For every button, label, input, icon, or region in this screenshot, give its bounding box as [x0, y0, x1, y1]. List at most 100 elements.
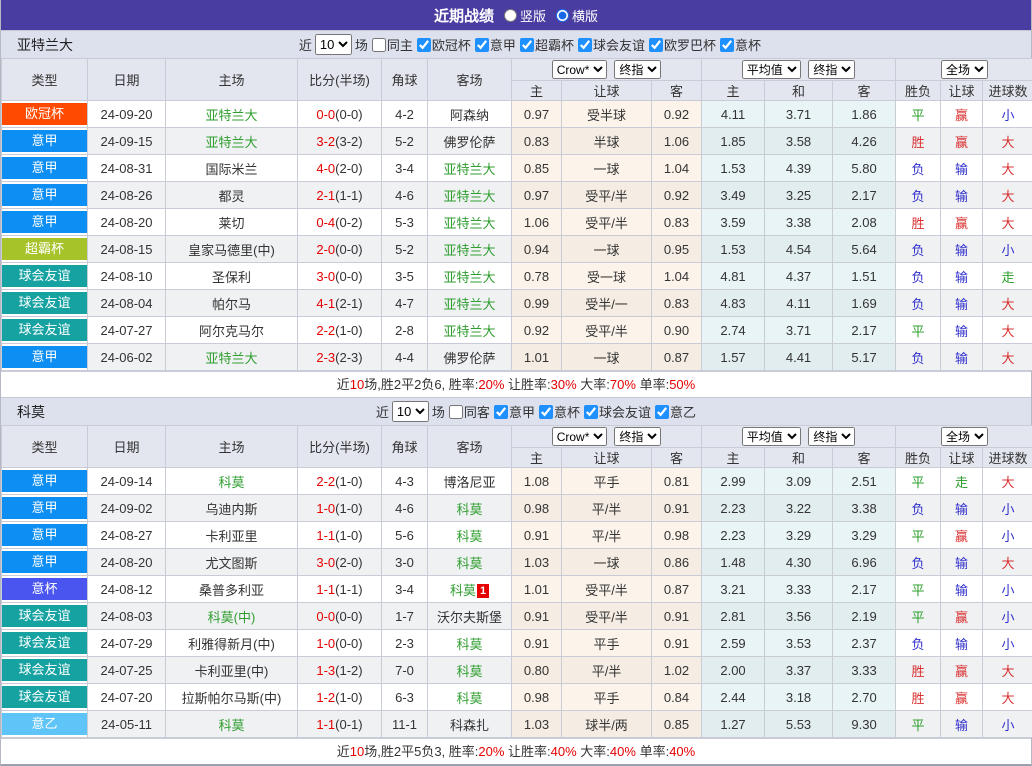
- home-team: 卡利亚里: [166, 522, 298, 549]
- avg-away-odds: 4.26: [833, 128, 896, 155]
- match-date: 24-07-27: [88, 317, 166, 344]
- league-filter-意杯[interactable]: 意杯: [535, 402, 580, 421]
- same-venue-checkbox[interactable]: [372, 38, 386, 52]
- result-goals: 走: [983, 263, 1032, 290]
- result-goals: 大: [983, 128, 1032, 155]
- same-venue-filter[interactable]: 同客: [445, 402, 490, 421]
- league-checkbox[interactable]: [417, 38, 431, 52]
- recent-count-select[interactable]: 10: [315, 34, 352, 55]
- vertical-layout-radio[interactable]: [504, 9, 517, 22]
- league-filter-意乙[interactable]: 意乙: [651, 402, 696, 421]
- col-header-corner: 角球: [382, 426, 428, 468]
- avg-home-odds: 1.48: [702, 549, 765, 576]
- league-filter-欧冠杯[interactable]: 欧冠杯: [413, 35, 471, 54]
- match-date: 24-07-29: [88, 630, 166, 657]
- score: 2-2(1-0): [298, 317, 382, 344]
- league-checkbox[interactable]: [539, 405, 553, 419]
- average-odds-select[interactable]: 平均值: [742, 427, 801, 446]
- league-filter-超霸杯[interactable]: 超霸杯: [516, 35, 574, 54]
- layout-option-horizontal[interactable]: 横版: [556, 6, 598, 25]
- league-checkbox[interactable]: [578, 38, 592, 52]
- match-date: 24-09-14: [88, 468, 166, 495]
- away-team: 亚特兰大: [428, 236, 512, 263]
- match-row: 球会友谊24-07-29利雅得新月(中)1-0(0-0)2-3科莫0.91平手0…: [2, 630, 1032, 657]
- match-row: 球会友谊24-07-20拉斯帕尔马斯(中)1-2(1-0)6-3科莫0.98平手…: [2, 684, 1032, 711]
- match-date: 24-08-27: [88, 522, 166, 549]
- final-average-select[interactable]: 终指: [808, 427, 855, 446]
- match-row: 意甲24-09-14科莫2-2(1-0)4-3博洛尼亚1.08平手0.812.9…: [2, 468, 1032, 495]
- match-row: 球会友谊24-08-04帕尔马4-1(2-1)4-7亚特兰大0.99受半/一0.…: [2, 290, 1032, 317]
- match-row: 意乙24-05-11科莫1-1(0-1)11-1科森扎1.03球半/两0.851…: [2, 711, 1032, 738]
- final-odds-select[interactable]: 终指: [614, 427, 661, 446]
- handicap-line: 平/半: [562, 495, 652, 522]
- league-filter-欧罗巴杯[interactable]: 欧罗巴杯: [645, 35, 716, 54]
- league-checkbox[interactable]: [720, 38, 734, 52]
- avg-home-odds: 2.99: [702, 468, 765, 495]
- section-header: 亚特兰大 近10场同主欧冠杯意甲超霸杯球会友谊欧罗巴杯意杯: [1, 30, 1031, 58]
- home-team: 亚特兰大: [166, 128, 298, 155]
- handicap-line: 受一球: [562, 263, 652, 290]
- league-filter-球会友谊[interactable]: 球会友谊: [574, 35, 645, 54]
- league-filter-意杯[interactable]: 意杯: [716, 35, 761, 54]
- league-checkbox[interactable]: [520, 38, 534, 52]
- result-handicap: 赢: [941, 209, 983, 236]
- same-venue-checkbox[interactable]: [449, 405, 463, 419]
- match-date: 24-09-02: [88, 495, 166, 522]
- result-scope-group: 全场: [896, 59, 1032, 81]
- league-type-badge: 意甲: [2, 184, 87, 206]
- final-odds-select[interactable]: 终指: [614, 60, 661, 79]
- home-team: 乌迪内斯: [166, 495, 298, 522]
- match-date: 24-08-12: [88, 576, 166, 603]
- col-header-home: 主场: [166, 59, 298, 101]
- league-filter-意甲[interactable]: 意甲: [490, 402, 535, 421]
- odds-away: 0.91: [652, 630, 702, 657]
- league-checkbox[interactable]: [655, 405, 669, 419]
- final-average-select[interactable]: 终指: [808, 60, 855, 79]
- away-team: 阿森纳: [428, 101, 512, 128]
- scope-select[interactable]: 全场: [941, 427, 988, 446]
- match-date: 24-09-15: [88, 128, 166, 155]
- odds-provider-select[interactable]: Crow*: [552, 427, 607, 446]
- recent-count-select[interactable]: 10: [392, 401, 429, 422]
- summary-text: 单率:: [636, 744, 669, 759]
- avg-home-odds: 1.85: [702, 128, 765, 155]
- avg-away-odds: 2.17: [833, 576, 896, 603]
- away-team: 沃尔夫斯堡: [428, 603, 512, 630]
- layout-option-vertical[interactable]: 竖版: [504, 6, 546, 25]
- match-date: 24-09-20: [88, 101, 166, 128]
- home-team: 科莫: [166, 468, 298, 495]
- league-filter-label: 欧冠杯: [432, 35, 471, 54]
- avg-draw-odds: 3.25: [765, 182, 833, 209]
- league-type-badge: 意甲: [2, 130, 87, 152]
- league-checkbox[interactable]: [649, 38, 663, 52]
- corner-score: 3-4: [382, 576, 428, 603]
- league-type-badge: 球会友谊: [2, 605, 87, 627]
- away-team: 博洛尼亚: [428, 468, 512, 495]
- league-checkbox[interactable]: [584, 405, 598, 419]
- avg-home-odds: 3.59: [702, 209, 765, 236]
- avg-away-odds: 2.17: [833, 317, 896, 344]
- scope-select[interactable]: 全场: [941, 60, 988, 79]
- odds-provider-select[interactable]: Crow*: [552, 60, 607, 79]
- league-filter-label: 意乙: [670, 402, 696, 421]
- league-checkbox[interactable]: [494, 405, 508, 419]
- average-odds-select[interactable]: 平均值: [742, 60, 801, 79]
- league-checkbox[interactable]: [475, 38, 489, 52]
- avg-draw-odds: 3.22: [765, 495, 833, 522]
- avg-home-odds: 3.49: [702, 182, 765, 209]
- corner-score: 4-6: [382, 495, 428, 522]
- same-venue-filter[interactable]: 同主: [368, 35, 413, 54]
- summary-stat-value: 70%: [610, 377, 636, 392]
- summary-text: 近: [337, 377, 350, 392]
- league-filter-球会友谊[interactable]: 球会友谊: [580, 402, 651, 421]
- match-date: 24-06-02: [88, 344, 166, 371]
- horizontal-layout-radio[interactable]: [556, 9, 569, 22]
- score: 3-2(3-2): [298, 128, 382, 155]
- league-type-badge: 球会友谊: [2, 686, 87, 708]
- odds-home: 0.80: [512, 657, 562, 684]
- match-row: 球会友谊24-07-27阿尔克马尔2-2(1-0)2-8亚特兰大0.92受平/半…: [2, 317, 1032, 344]
- league-filter-意甲[interactable]: 意甲: [471, 35, 516, 54]
- match-row: 球会友谊24-08-10圣保利3-0(0-0)3-5亚特兰大0.78受一球1.0…: [2, 263, 1032, 290]
- away-team: 科莫1: [428, 576, 512, 603]
- avg-draw-odds: 3.71: [765, 317, 833, 344]
